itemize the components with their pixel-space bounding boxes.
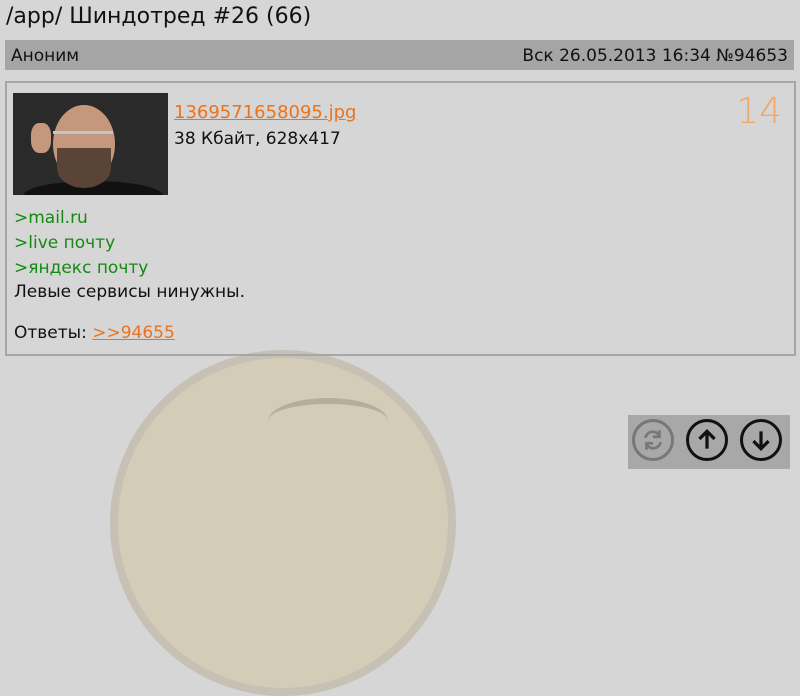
scroll-down-button[interactable] — [740, 419, 782, 461]
arrow-down-icon — [752, 431, 770, 451]
background-watermark-face — [110, 350, 456, 696]
post-meta: Вск 26.05.2013 16:34 №94653 — [522, 46, 788, 66]
post-header-bar: Аноним Вск 26.05.2013 16:34 №94653 — [5, 40, 794, 70]
scroll-up-button[interactable] — [686, 419, 728, 461]
post-card: 1369571658095.jpg 38 Кбайт, 628x417 14 >… — [5, 81, 796, 356]
refresh-icon — [644, 430, 662, 450]
file-link[interactable]: 1369571658095.jpg — [174, 102, 356, 123]
refresh-button[interactable] — [632, 419, 674, 461]
post-thumbnail[interactable] — [13, 93, 168, 195]
quote-line: >live почту — [14, 233, 116, 253]
file-info: 38 Кбайт, 628x417 — [174, 129, 341, 149]
post-index-number: 14 — [736, 91, 782, 132]
reply-link[interactable]: >>94655 — [92, 323, 175, 343]
thumb-hand — [31, 123, 51, 153]
thread-title: /app/ Шиндотред #26 (66) — [6, 4, 312, 29]
replies-label: Ответы: — [14, 323, 87, 343]
watermark-eye — [268, 398, 388, 444]
post-body-text: Левые сервисы нинужны. — [14, 282, 245, 302]
thumb-beard — [57, 148, 111, 188]
replies-row: Ответы: >>94655 — [14, 323, 175, 343]
thumb-glasses — [53, 131, 113, 142]
quote-line: >яндекс почту — [14, 258, 149, 278]
quote-line: >mail.ru — [14, 208, 88, 228]
post-author: Аноним — [11, 46, 80, 66]
arrow-up-icon — [698, 429, 716, 449]
bottom-toolbar — [628, 415, 790, 469]
